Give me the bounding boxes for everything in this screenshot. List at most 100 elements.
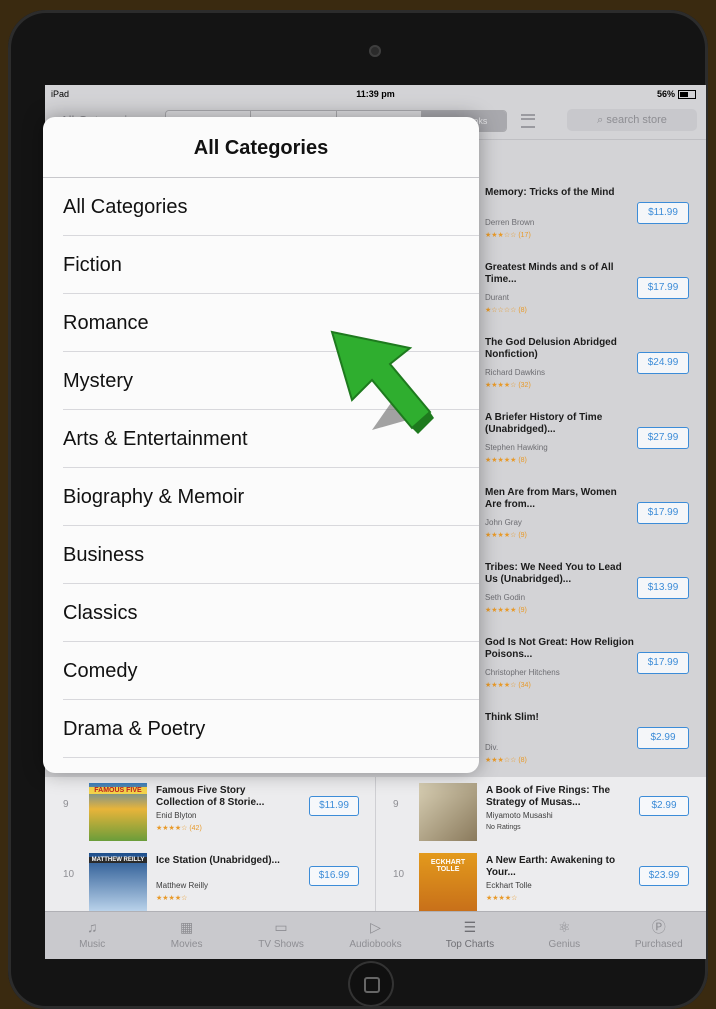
list-item[interactable]: Memory: Tricks of the Mind Derren Brown …	[485, 180, 706, 255]
price-button[interactable]: $17.99	[637, 652, 689, 674]
item-author: Derren Brown	[485, 218, 535, 227]
column-divider	[375, 777, 376, 911]
battery-label: 56%	[656, 89, 675, 99]
tv-icon: ▭	[274, 919, 288, 935]
rank: 10	[63, 869, 75, 880]
purchased-icon: Ⓟ	[651, 919, 666, 935]
list-item[interactable]: 10 ECKHART TOLLE A New Earth: Awakening …	[375, 847, 705, 911]
price-button[interactable]: $23.99	[639, 866, 689, 886]
item-rating: ★★★★☆	[156, 895, 188, 902]
battery-icon	[678, 90, 696, 100]
category-item-business[interactable]: Business	[63, 526, 479, 584]
price-button[interactable]: $2.99	[639, 796, 689, 816]
tab-genius[interactable]: ⚛ Genius	[517, 912, 611, 959]
tab-bar: ♫ Music ▦ Movies ▭ TV Shows ▷ Audiobooks ☰ To…	[45, 911, 706, 959]
tab-top-charts[interactable]: ☰ Top Charts	[423, 912, 517, 959]
item-rating: ★★★★☆ (34)	[485, 682, 531, 689]
book-cover: ECKHART TOLLE	[419, 853, 477, 911]
category-item-fiction[interactable]: Fiction	[63, 236, 479, 294]
tab-label: Movies	[170, 939, 203, 950]
tab-music[interactable]: ♫ Music	[45, 912, 139, 959]
cover-text: MATTHEW REILLY	[89, 857, 147, 863]
list-item[interactable]: 9 FAMOUS FIVE Famous Five Story Collecti…	[45, 777, 375, 841]
tab-label: Audiobooks	[349, 939, 402, 950]
item-title: The God Delusion Abridged Nonfiction)	[485, 337, 617, 360]
category-item-all[interactable]: All Categories	[63, 178, 479, 236]
tab-movies[interactable]: ▦ Movies	[139, 912, 233, 959]
item-rating: ★★★★★ (9)	[485, 607, 527, 614]
item-author: John Gray	[485, 518, 522, 527]
price-button[interactable]: $11.99	[309, 796, 359, 816]
list-item[interactable]: The God Delusion Abridged Nonfiction) Ri…	[485, 330, 706, 405]
tab-label: Genius	[548, 939, 581, 950]
list-item[interactable]: Think Slim! Div. ★★★☆☆ (8) $2.99	[485, 705, 706, 780]
search-input[interactable]: ⌕ search store	[567, 109, 697, 131]
item-rating: ★☆☆☆☆ (8)	[485, 307, 527, 314]
item-title: Memory: Tricks of the Mind	[485, 187, 615, 198]
item-title: Think Slim!	[485, 712, 539, 723]
price-button[interactable]: $27.99	[637, 427, 689, 449]
tab-label: Music	[79, 939, 106, 950]
item-title: Famous Five Story Collection of 8 Storie…	[156, 785, 265, 808]
item-author: Stephen Hawking	[485, 443, 548, 452]
item-author: Richard Dawkins	[485, 368, 546, 377]
tab-audiobooks[interactable]: ▷ Audiobooks	[328, 912, 422, 959]
price-button[interactable]: $16.99	[309, 866, 359, 886]
camera	[369, 45, 381, 57]
list-item[interactable]: Greatest Minds and s of All Time... Dura…	[485, 255, 706, 330]
price-button[interactable]: $13.99	[637, 577, 689, 599]
price-button[interactable]: $17.99	[637, 502, 689, 524]
categories-popover: All Categories All Categories Fiction Ro…	[43, 117, 479, 773]
price-button[interactable]: $24.99	[637, 352, 689, 374]
rank: 10	[393, 869, 405, 880]
item-title: A New Earth: Awakening to Your...	[486, 855, 616, 878]
top-charts-icon: ☰	[463, 919, 477, 935]
item-author: Div.	[485, 743, 499, 752]
item-rating: No Ratings	[486, 824, 521, 831]
list-item[interactable]: Men Are from Mars, Women Are from... Joh…	[485, 480, 706, 555]
popover-title: All Categories	[43, 117, 479, 178]
rank: 9	[63, 799, 69, 810]
item-author: Seth Godin	[485, 593, 526, 602]
list-item[interactable]: 9 A Book of Five Rings: The Strategy of …	[375, 777, 705, 841]
price-button[interactable]: $2.99	[637, 727, 689, 749]
item-author: Eckhart Tolle	[486, 881, 532, 890]
tab-tv-shows[interactable]: ▭ TV Shows	[234, 912, 328, 959]
list-item[interactable]: 10 MATTHEW REILLY Ice Station (Unabridge…	[45, 847, 375, 911]
item-title: A Briefer History of Time (Unabridged)..…	[485, 412, 603, 435]
item-author: Matthew Reilly	[156, 881, 209, 890]
item-rating: ★★★★☆	[486, 895, 518, 902]
item-title: Men Are from Mars, Women Are from...	[485, 487, 617, 510]
home-button[interactable]	[348, 961, 394, 1007]
list-view-icon[interactable]	[521, 114, 535, 128]
battery-status: 56%	[656, 89, 696, 100]
category-item-comedy[interactable]: Comedy	[63, 642, 479, 700]
right-column-list: Memory: Tricks of the Mind Derren Brown …	[485, 180, 706, 780]
cover-text: ECKHART TOLLE	[430, 859, 466, 873]
clock: 11:39 pm	[356, 89, 395, 99]
item-author: Enid Blyton	[156, 811, 197, 820]
item-author: Durant	[485, 293, 510, 302]
tab-label: Top Charts	[445, 939, 495, 950]
list-item[interactable]: A Briefer History of Time (Unabridged)..…	[485, 405, 706, 480]
book-cover: MATTHEW REILLY	[89, 853, 147, 911]
cover-text: FAMOUS FIVE	[89, 787, 147, 794]
item-title: A Book of Five Rings: The Strategy of Mu…	[486, 785, 611, 808]
category-item-biography[interactable]: Biography & Memoir	[63, 468, 479, 526]
search-placeholder: search store	[606, 114, 667, 126]
list-item[interactable]: God Is Not Great: How Religion Poisons..…	[485, 630, 706, 705]
list-item[interactable]: Tribes: We Need You to Lead Us (Unabridg…	[485, 555, 706, 630]
book-cover: FAMOUS FIVE	[89, 783, 147, 841]
music-note-icon: ♫	[86, 919, 98, 935]
category-item-drama[interactable]: Drama & Poetry	[63, 700, 479, 758]
item-rating: ★★★☆☆ (17)	[485, 232, 531, 239]
category-item-classics[interactable]: Classics	[63, 584, 479, 642]
price-button[interactable]: $11.99	[637, 202, 689, 224]
price-button[interactable]: $17.99	[637, 277, 689, 299]
film-icon: ▦	[180, 919, 194, 935]
tab-purchased[interactable]: Ⓟ Purchased	[612, 912, 706, 959]
item-rating: ★★★★☆ (42)	[156, 825, 202, 832]
item-rating: ★★★★★ (8)	[485, 457, 527, 464]
category-list: All Categories Fiction Romance Mystery A…	[43, 178, 479, 758]
tab-label: TV Shows	[258, 939, 304, 950]
